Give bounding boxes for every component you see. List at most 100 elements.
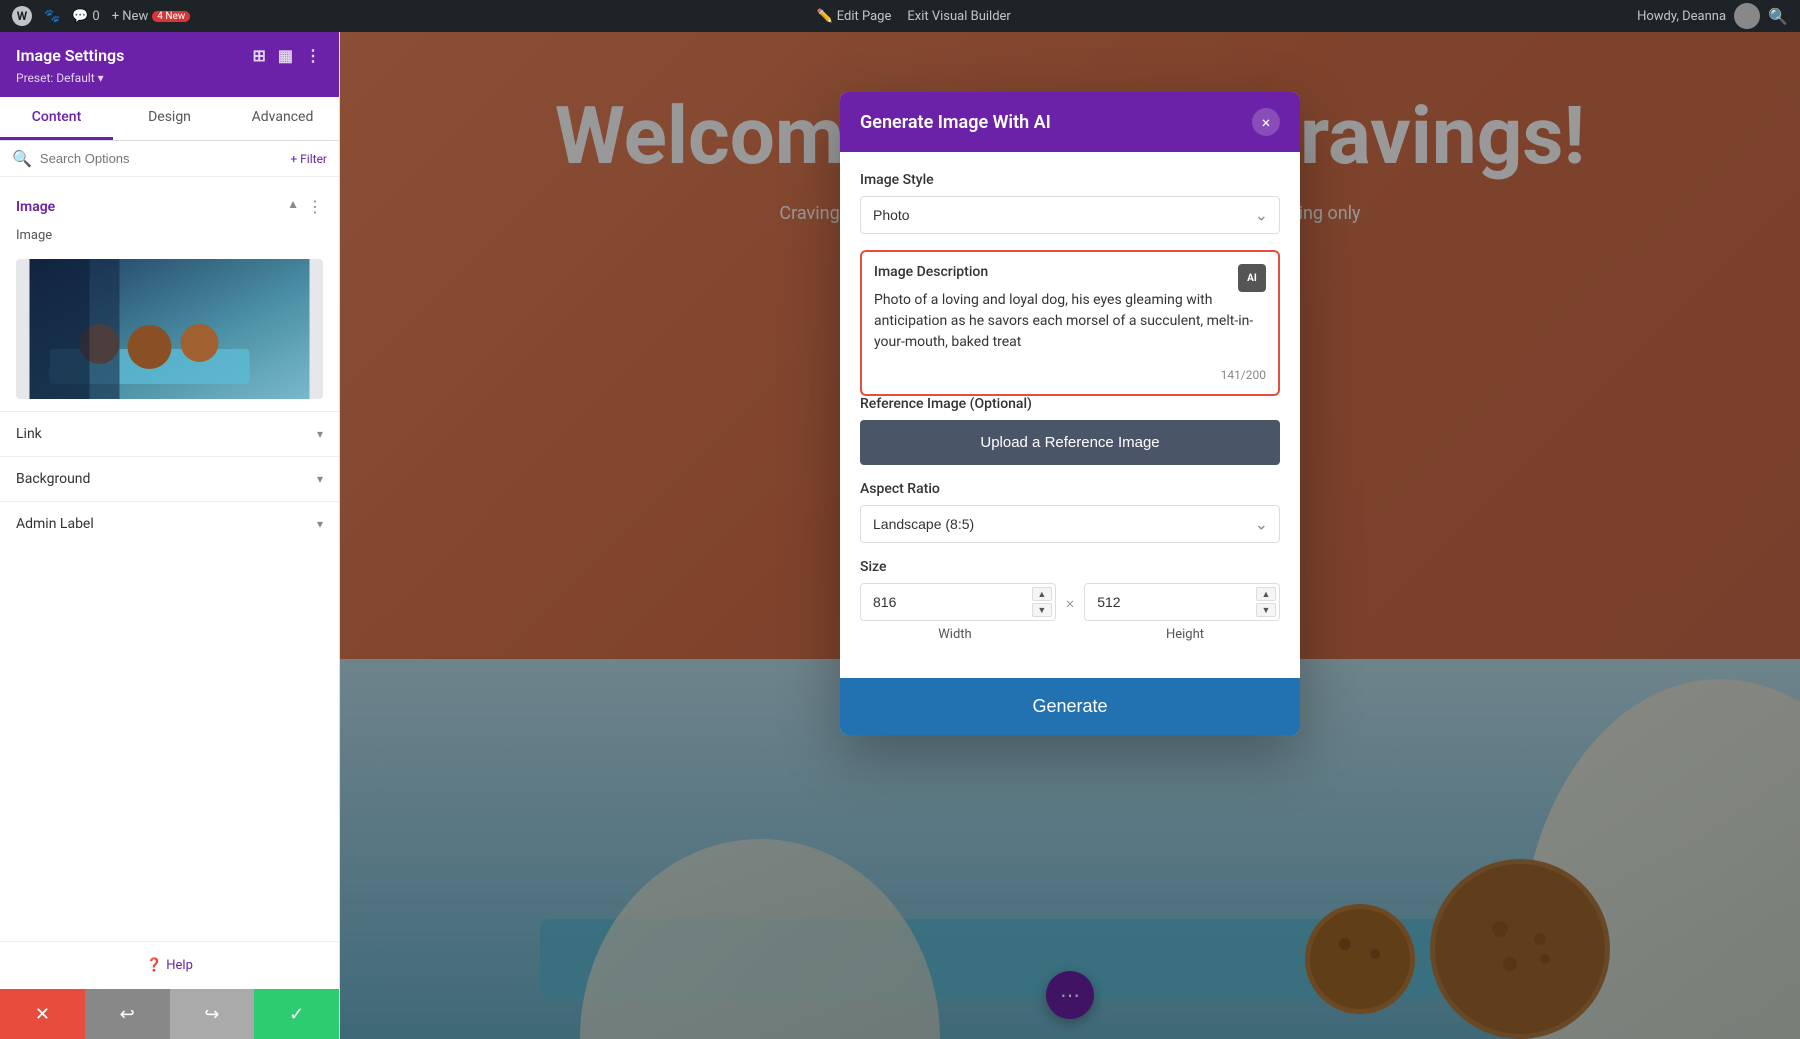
description-group: Image Description AI Photo of a loving a… xyxy=(860,250,1280,396)
help-icon: ❓ xyxy=(146,958,162,973)
aspect-ratio-select-wrapper: Landscape (8:5) Portrait (5:8) Square (1… xyxy=(860,505,1280,543)
reference-image-label: Reference Image (Optional) xyxy=(860,396,1280,412)
undo-button[interactable]: ↩ xyxy=(85,989,170,1039)
height-label: Height xyxy=(1090,627,1280,642)
sidebar-content: Image ▲ ⋮ Image xyxy=(0,177,339,941)
howdy-text: Howdy, Deanna xyxy=(1637,9,1726,24)
link-title: Link xyxy=(16,426,42,442)
width-wrapper: ▲ ▼ xyxy=(860,583,1056,621)
sidebar-bottom-bar: ✕ ↩ ↪ ✓ xyxy=(0,989,339,1039)
height-input[interactable] xyxy=(1084,583,1280,621)
image-section-header[interactable]: Image ▲ ⋮ xyxy=(0,185,339,224)
size-labels: Width Height xyxy=(860,627,1280,642)
collapse-icon[interactable]: ▲ xyxy=(287,197,299,216)
search-icon[interactable]: 🔍 xyxy=(1768,7,1788,26)
width-up-button[interactable]: ▲ xyxy=(1032,587,1052,601)
filter-button[interactable]: + Filter xyxy=(290,152,327,166)
redo-button[interactable]: ↪ xyxy=(170,989,255,1039)
sidebar: Image Settings ⊞ ▦ ⋮ Preset: Default ▾ C… xyxy=(0,32,340,1039)
tab-advanced[interactable]: Advanced xyxy=(226,97,339,140)
tab-content[interactable]: Content xyxy=(0,97,113,140)
canvas-area: Welcome to Critter Cravings! Cravings, w… xyxy=(340,32,1800,1039)
link-section[interactable]: Link ▾ xyxy=(0,411,339,456)
image-style-label: Image Style xyxy=(860,172,1280,188)
height-wrapper: ▲ ▼ xyxy=(1084,583,1280,621)
ai-enhance-button[interactable]: AI xyxy=(1238,264,1266,292)
cancel-button[interactable]: ✕ xyxy=(0,989,85,1039)
admin-bar-left: W 🐾 💬 0 + New 4 New xyxy=(12,6,190,26)
comments-count[interactable]: 💬 0 xyxy=(72,9,100,24)
x-spacer xyxy=(1060,627,1080,642)
width-label: Width xyxy=(860,627,1050,642)
sidebar-search-bar: 🔍 + Filter xyxy=(0,141,339,177)
image-section-title: Image xyxy=(16,199,55,215)
help-link[interactable]: ❓ Help xyxy=(146,958,193,973)
description-label: Image Description xyxy=(874,264,1266,280)
section-controls: ▲ ⋮ xyxy=(287,197,323,216)
new-button[interactable]: + New 4 New xyxy=(112,9,191,24)
size-group: Size ▲ ▼ × xyxy=(860,559,1280,642)
height-down-button[interactable]: ▼ xyxy=(1256,603,1276,617)
columns-icon[interactable]: ▦ xyxy=(276,44,295,67)
image-style-select[interactable]: Photo Illustration Painting Sketch 3D Re… xyxy=(860,196,1280,234)
height-up-button[interactable]: ▲ xyxy=(1256,587,1276,601)
modal-overlay: Generate Image With AI × Image Style Pho… xyxy=(340,32,1800,1039)
image-label-row: Image xyxy=(0,224,339,251)
upload-reference-button[interactable]: Upload a Reference Image xyxy=(860,420,1280,465)
admin-label-chevron: ▾ xyxy=(317,517,323,531)
width-down-button[interactable]: ▼ xyxy=(1032,603,1052,617)
exit-builder-button[interactable]: Exit Visual Builder xyxy=(907,9,1010,24)
image-preview-container xyxy=(0,251,339,411)
modal-header: Generate Image With AI × xyxy=(840,92,1300,152)
x-separator: × xyxy=(1066,593,1074,612)
reference-image-group: Reference Image (Optional) Upload a Refe… xyxy=(860,396,1280,465)
more-icon[interactable]: ⋮ xyxy=(303,44,323,67)
admin-bar-right: Howdy, Deanna 🔍 xyxy=(1637,3,1788,29)
size-row: ▲ ▼ × ▲ ▼ xyxy=(860,583,1280,621)
search-icon: 🔍 xyxy=(12,149,32,168)
generate-image-modal: Generate Image With AI × Image Style Pho… xyxy=(840,92,1300,735)
generate-button[interactable]: Generate xyxy=(840,678,1300,735)
responsive-icon[interactable]: ⊞ xyxy=(250,44,267,67)
admin-label-section[interactable]: Admin Label ▾ xyxy=(0,501,339,546)
wordpress-logo[interactable]: W xyxy=(12,6,32,26)
sidebar-title: Image Settings xyxy=(16,46,124,65)
admin-label-title: Admin Label xyxy=(16,516,94,532)
main-layout: Image Settings ⊞ ▦ ⋮ Preset: Default ▾ C… xyxy=(0,32,1800,1039)
char-count: 141/200 xyxy=(874,368,1266,382)
edit-page-button[interactable]: ✏️ Edit Page xyxy=(817,9,892,24)
sidebar-icons: ⊞ ▦ ⋮ xyxy=(250,44,323,67)
sidebar-header: Image Settings ⊞ ▦ ⋮ Preset: Default ▾ xyxy=(0,32,339,97)
image-field-label: Image xyxy=(16,228,52,243)
size-label: Size xyxy=(860,559,1280,575)
avatar[interactable] xyxy=(1734,3,1760,29)
modal-title: Generate Image With AI xyxy=(860,112,1051,133)
admin-bar-center: ✏️ Edit Page Exit Visual Builder xyxy=(817,9,1011,24)
aspect-ratio-select[interactable]: Landscape (8:5) Portrait (5:8) Square (1… xyxy=(860,505,1280,543)
site-icon[interactable]: 🐾 xyxy=(44,9,60,24)
modal-footer: Generate xyxy=(840,678,1300,735)
background-title: Background xyxy=(16,471,90,487)
height-spinner: ▲ ▼ xyxy=(1256,587,1276,617)
aspect-ratio-label: Aspect Ratio xyxy=(860,481,1280,497)
width-input[interactable] xyxy=(860,583,1056,621)
description-textarea[interactable]: Photo of a loving and loyal dog, his eye… xyxy=(874,290,1266,360)
search-input[interactable] xyxy=(40,151,282,166)
sidebar-title-row: Image Settings ⊞ ▦ ⋮ xyxy=(16,44,323,67)
pencil-icon: ✏️ xyxy=(817,9,833,24)
preset-selector[interactable]: Preset: Default ▾ xyxy=(16,71,323,85)
background-section[interactable]: Background ▾ xyxy=(0,456,339,501)
modal-close-button[interactable]: × xyxy=(1252,108,1280,136)
modal-body: Image Style Photo Illustration Painting … xyxy=(840,152,1300,678)
background-chevron: ▾ xyxy=(317,472,323,486)
save-button[interactable]: ✓ xyxy=(254,989,339,1039)
tab-design[interactable]: Design xyxy=(113,97,226,140)
image-preview[interactable] xyxy=(16,259,323,399)
link-chevron: ▾ xyxy=(317,427,323,441)
image-style-select-wrapper: Photo Illustration Painting Sketch 3D Re… xyxy=(860,196,1280,234)
admin-bar: W 🐾 💬 0 + New 4 New ✏️ Edit Page Exit Vi… xyxy=(0,0,1800,32)
section-menu-icon[interactable]: ⋮ xyxy=(307,197,323,216)
image-style-group: Image Style Photo Illustration Painting … xyxy=(860,172,1280,234)
close-icon: × xyxy=(1262,113,1271,132)
sidebar-footer: ❓ Help xyxy=(0,941,339,989)
